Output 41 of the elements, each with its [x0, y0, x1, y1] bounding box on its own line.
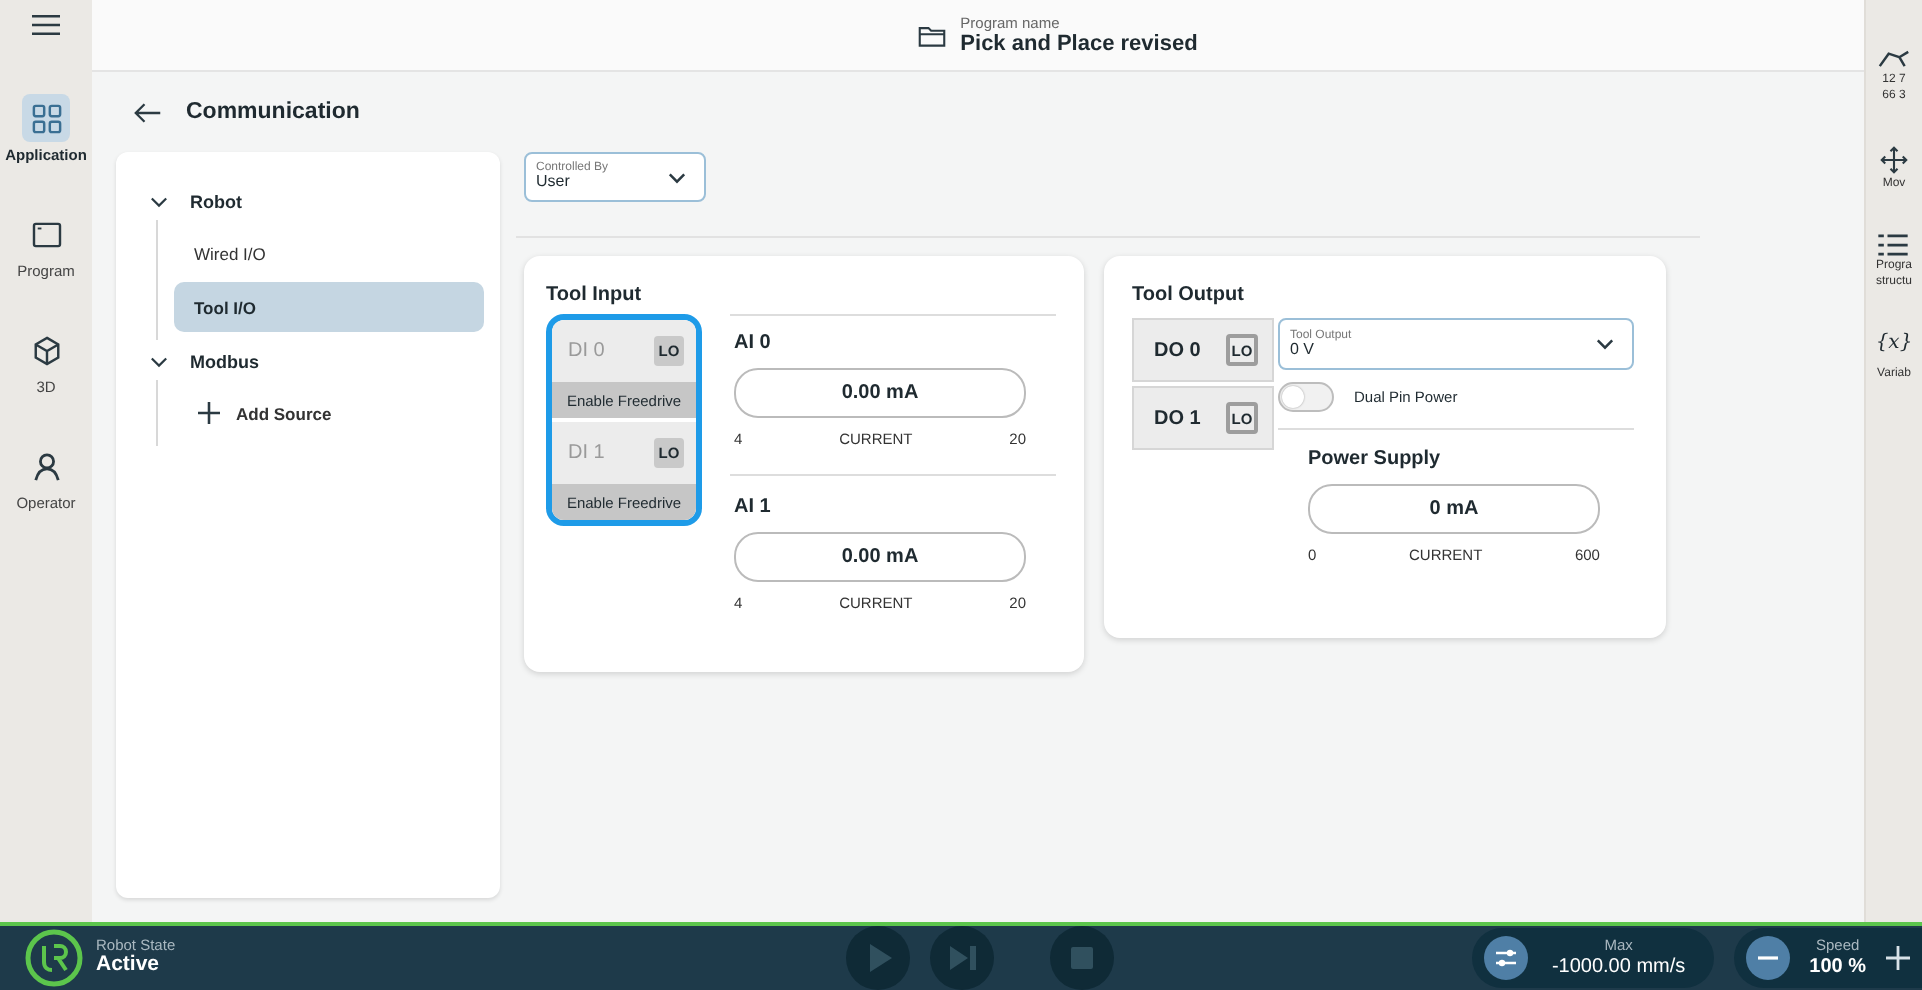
back-arrow-icon[interactable]: [134, 101, 162, 123]
robot-arm-icon: [1878, 48, 1910, 70]
tree-item[interactable]: Tool I/O: [174, 282, 484, 332]
tree-item[interactable]: Wired I/O: [174, 228, 484, 278]
person-icon: [31, 451, 61, 481]
window-icon: [31, 221, 61, 247]
input-name: DI 1: [568, 442, 605, 464]
variables-icon: {x}: [1875, 332, 1913, 354]
analog-input-name: AI 1: [734, 496, 773, 518]
folder-icon: [918, 23, 947, 47]
chevron-icon: [668, 171, 686, 183]
value-display: 0.00 mA: [734, 368, 1026, 418]
menu-icon[interactable]: [32, 14, 60, 36]
program-name: Pick and Place revised: [960, 32, 1198, 56]
cube-icon: [31, 335, 61, 365]
minus-button[interactable]: [1745, 936, 1790, 980]
tree-group[interactable]: Modbus: [150, 344, 484, 380]
chevron-icon: [150, 356, 168, 368]
sliders-icon: [1483, 936, 1528, 980]
card-title: Tool Output: [1132, 284, 1246, 306]
toggle-switch[interactable]: [1278, 382, 1334, 412]
list-icon: [1878, 234, 1909, 256]
plus-button[interactable]: [1886, 946, 1910, 970]
chevron-icon: [1596, 338, 1614, 350]
card-title: Tool Input: [546, 284, 644, 306]
chevron-icon: [150, 196, 168, 208]
robot-state: Active: [96, 954, 162, 978]
analog-input-name: AI 0: [734, 332, 773, 354]
add-source-button[interactable]: Add Source: [174, 388, 484, 438]
output-name: DO 0: [1154, 339, 1201, 361]
power-supply-title: Power Supply: [1308, 448, 1443, 470]
value-display: 0 mA: [1308, 484, 1600, 534]
value-display: 0.00 mA: [734, 532, 1026, 582]
page-title: Communication: [186, 100, 360, 124]
speed-value: 100 %: [1809, 955, 1866, 978]
plus-icon: [198, 402, 220, 424]
input-name: DI 0: [568, 340, 605, 362]
grid-icon: [31, 103, 61, 133]
tree-group[interactable]: Robot: [150, 184, 484, 220]
output-name: DO 1: [1154, 407, 1201, 429]
move-arrows-icon: [1880, 146, 1908, 174]
